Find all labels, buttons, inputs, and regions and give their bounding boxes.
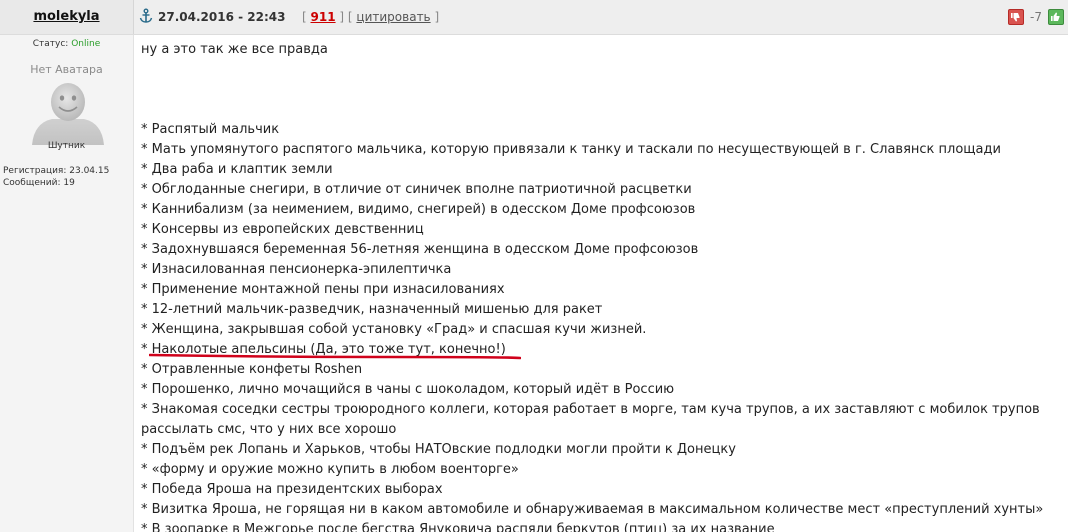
list-item: * Подъём рек Лопань и Харьков, чтобы НАТ… — [141, 442, 736, 457]
list-item: * Обглоданные снегири, в отличие от сини… — [141, 182, 692, 197]
author-sidebar: Статус: Online Нет Аватара Шутник Регист… — [0, 35, 134, 532]
list-item: * Порошенко, лично мочащийся в чаны с шо… — [141, 382, 675, 397]
list-item: * В зоопарке в Межгорье после бегства Ян… — [141, 522, 775, 532]
highlighted-list-item: * Наколотые апельсины (Да, это тоже тут,… — [141, 340, 521, 360]
bracket-close: ] — [434, 10, 440, 24]
author-meta: Регистрация: 23.04.15 Сообщений: 19 — [3, 165, 109, 189]
bracket-separator: ] [ — [339, 10, 353, 24]
author-username-link[interactable]: molekyla — [0, 9, 133, 24]
list-item: * Победа Яроша на президентских выборах — [141, 482, 443, 497]
list-item: * «форму и оружие можно купить в любом в… — [141, 462, 519, 477]
thumb-down-icon[interactable] — [1008, 9, 1025, 25]
post-rating: -7 — [1008, 8, 1064, 26]
list-item: * Применение монтажной пены при изнасило… — [141, 282, 505, 297]
list-item: * Мать упомянутого распятого мальчика, к… — [141, 142, 1001, 157]
default-avatar-icon — [32, 83, 104, 145]
list-item: * Женщина, закрывшая собой установку «Гр… — [141, 322, 647, 337]
author-header-cell: molekyla — [0, 0, 134, 34]
forum-post: molekyla 27.04.2016 - 22:43 [ 911 ] [ ци… — [0, 0, 1068, 532]
list-item: * Консервы из европейских девственниц — [141, 222, 424, 237]
list-item: * Задохнувшаяся беременная 56-летняя жен… — [141, 242, 699, 257]
post-header: molekyla 27.04.2016 - 22:43 [ 911 ] [ ци… — [0, 0, 1068, 35]
messages-value: 19 — [63, 178, 75, 188]
list-item: * Знакомая соседки сестры троюродного ко… — [141, 402, 1040, 437]
list-item: * Каннибализм (за неимением, видимо, сне… — [141, 202, 696, 217]
post-intro-text: ну а это так же все правда — [141, 42, 328, 57]
quote-link[interactable]: цитировать — [356, 10, 430, 24]
post-links: [ 911 ] [ цитировать ] — [302, 10, 439, 24]
registration-value: 23.04.15 — [69, 166, 110, 176]
list-item: * Распятый мальчик — [141, 122, 280, 137]
list-item: * Наколотые апельсины (Да, это тоже тут,… — [141, 340, 1061, 360]
no-avatar-label: Нет Аватара — [30, 63, 103, 76]
list-item: * Визитка Яроша, не горящая ни в каком а… — [141, 502, 1044, 517]
messages-row: Сообщений: 19 — [3, 177, 109, 189]
registration-row: Регистрация: 23.04.15 — [3, 165, 109, 177]
author-status: Статус: Online — [0, 39, 133, 49]
post-spacer — [141, 60, 1061, 120]
bracket-open: [ — [302, 10, 307, 24]
author-rank: Шутник — [47, 141, 86, 151]
status-label: Статус: — [32, 39, 69, 49]
thumb-up-icon[interactable] — [1048, 9, 1064, 25]
list-item: * 12-летний мальчик-разведчик, назначенн… — [141, 302, 603, 317]
post-number-link[interactable]: 911 — [311, 10, 336, 24]
list-item: * Изнасилованная пенсионерка-эпилептичка — [141, 262, 452, 277]
list-item: * Отравленные конфеты Roshen — [141, 362, 363, 377]
post-body: ну а это так же все правда * Распятый ма… — [141, 40, 1061, 532]
list-item: * Два раба и клаптик земли — [141, 162, 333, 177]
rating-value: -7 — [1030, 10, 1042, 24]
anchor-icon[interactable] — [138, 8, 154, 24]
status-online-value: Online — [71, 39, 101, 49]
post-item-list: * Распятый мальчик * Мать упомянутого рас… — [141, 120, 1061, 532]
messages-label: Сообщений: — [3, 178, 61, 188]
registration-label: Регистрация: — [3, 166, 67, 176]
red-underline-mark — [149, 353, 521, 360]
post-date: 27.04.2016 - 22:43 — [158, 10, 286, 24]
